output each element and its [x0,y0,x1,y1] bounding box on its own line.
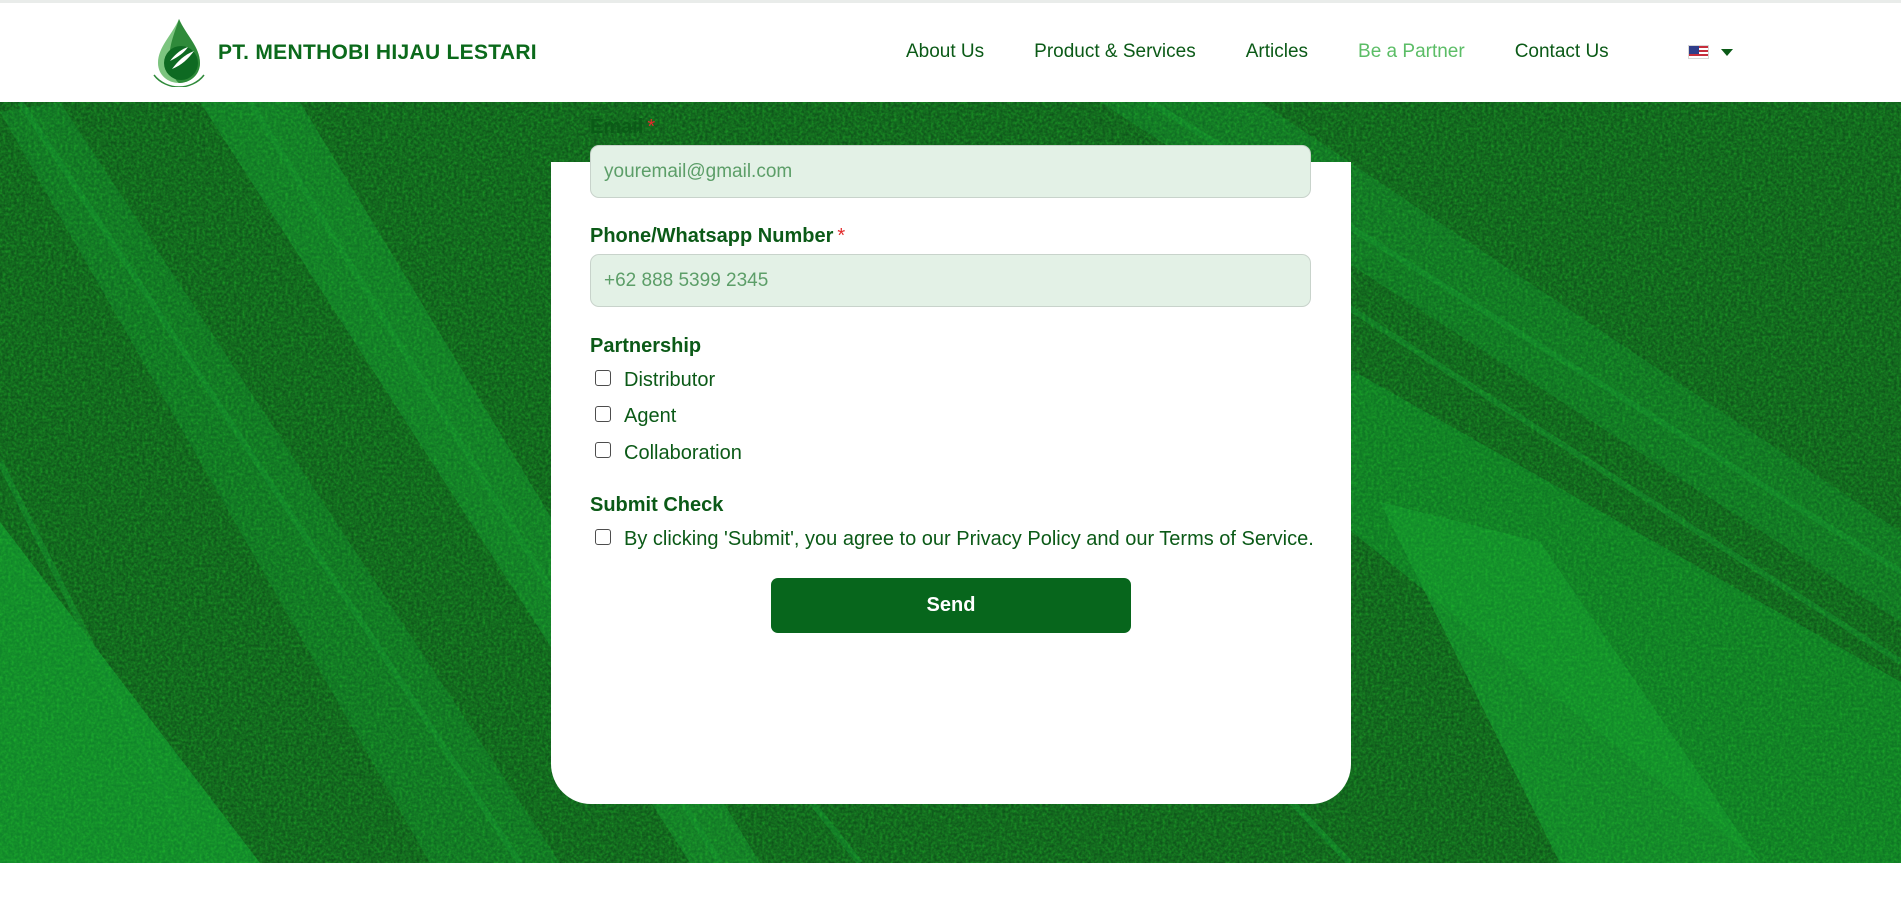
email-field[interactable] [590,145,1311,198]
email-label: Email * [590,116,656,138]
hero-background [0,102,1901,863]
collaboration-checkbox[interactable] [595,442,611,458]
chevron-down-icon [1721,48,1733,56]
collaboration-option-label[interactable]: Collaboration [624,442,742,465]
nav-about-us[interactable]: About Us [906,41,984,63]
required-mark: * [647,116,656,138]
phone-label: Phone/Whatsapp Number * [590,225,846,247]
leaf-drop-logo-icon[interactable] [150,17,208,87]
send-button[interactable]: Send [771,578,1131,633]
agree-terms-text[interactable]: By clicking 'Submit', you agree to our P… [624,528,1314,551]
us-flag-icon [1688,45,1709,59]
submit-check-label: Submit Check [590,494,724,516]
agree-terms-checkbox[interactable] [595,529,611,545]
distributor-option-label[interactable]: Distributor [624,369,715,392]
distributor-checkbox[interactable] [595,370,611,386]
main-nav: About Us Product & Services Articles Be … [906,41,1609,63]
agent-checkbox[interactable] [595,406,611,422]
site-header: PT. MENTHOBI HIJAU LESTARI About Us Prod… [0,3,1901,102]
brand-name[interactable]: PT. MENTHOBI HIJAU LESTARI [218,41,537,65]
nav-articles[interactable]: Articles [1246,41,1308,63]
partnership-label: Partnership [590,335,702,357]
nav-contact-us[interactable]: Contact Us [1515,41,1609,63]
nav-product-services[interactable]: Product & Services [1034,41,1196,63]
language-selector[interactable] [1688,45,1733,59]
page-footer-area [0,863,1901,912]
phone-field[interactable] [590,254,1311,307]
agent-option-label[interactable]: Agent [624,405,676,428]
required-mark: * [837,225,846,247]
nav-be-a-partner[interactable]: Be a Partner [1358,41,1465,63]
